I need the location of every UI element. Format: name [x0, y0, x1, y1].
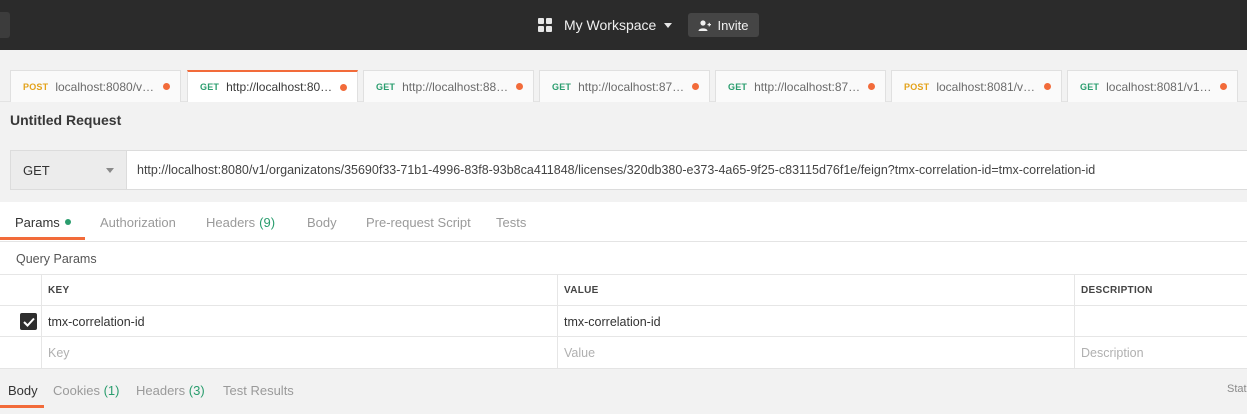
tab-url: http://localhost:8888/...: [402, 79, 510, 94]
tab-url: localhost:8081/v1/org...: [1106, 79, 1214, 94]
unsaved-dot-icon: [516, 83, 523, 90]
unsaved-dot-icon: [868, 83, 875, 90]
checkmark-icon: [22, 317, 35, 327]
workspace-selector[interactable]: My Workspace: [538, 15, 673, 35]
tab-url: http://localhost:8080/...: [226, 80, 334, 94]
tab-url: localhost:8081/v1/or...: [936, 79, 1038, 94]
param-description-cell[interactable]: [1074, 306, 1247, 337]
tab-method: POST: [904, 81, 930, 92]
tab-authorization-label: Authorization: [100, 214, 176, 230]
request-tab[interactable]: GET http://localhost:8761/...: [715, 70, 886, 102]
new-key-input[interactable]: Key: [41, 337, 558, 368]
new-value-input[interactable]: Value: [557, 337, 1075, 368]
tab-headers[interactable]: Headers (9): [206, 202, 275, 242]
param-key-cell[interactable]: tmx-correlation-id: [41, 306, 558, 337]
column-header-value: VALUE: [557, 275, 1075, 306]
tab-body-label: Body: [307, 214, 337, 230]
caret-down-icon: [664, 22, 673, 28]
tab-body[interactable]: Body: [307, 202, 337, 242]
params-active-dot-icon: [64, 219, 71, 225]
invite-label: Invite: [717, 17, 749, 33]
response-headers-count: (3): [188, 383, 205, 398]
tab-params[interactable]: Params: [15, 202, 71, 242]
tab-params-label: Params: [15, 214, 60, 230]
request-title[interactable]: Untitled Request: [10, 112, 121, 128]
param-value-cell[interactable]: tmx-correlation-id: [557, 306, 1075, 337]
request-subtabs: Params Authorization Headers (9) Body Pr…: [0, 202, 1247, 242]
param-enabled-checkbox[interactable]: [20, 313, 37, 330]
params-section: Query Params KEY VALUE DESCRIPTION tmx-c…: [0, 242, 1247, 368]
tab-headers-label: Headers: [206, 214, 256, 230]
tab-url: localhost:8080/v1/or...: [55, 79, 157, 94]
url-bar: GET: [10, 150, 1247, 190]
unsaved-dot-icon: [163, 83, 170, 90]
add-user-icon: [698, 19, 712, 31]
method-value: GET: [23, 162, 50, 178]
tab-method: GET: [200, 82, 220, 92]
request-tab[interactable]: POST localhost:8081/v1/or...: [891, 70, 1062, 102]
response-tab-test-results-label: Test Results: [223, 383, 294, 398]
response-cookies-count: (1): [103, 383, 120, 398]
unsaved-dot-icon: [692, 83, 699, 90]
column-header-key: KEY: [41, 275, 558, 306]
tab-prerequest-script[interactable]: Pre-request Script: [366, 202, 471, 242]
new-description-input[interactable]: Description: [1074, 337, 1247, 368]
header-left-button[interactable]: [0, 12, 10, 38]
unsaved-dot-icon: [340, 83, 347, 91]
top-header: My Workspace Invite: [0, 0, 1247, 50]
tab-method: GET: [1080, 81, 1100, 92]
request-tab[interactable]: POST localhost:8080/v1/or...: [10, 70, 181, 102]
table-row-new: Key Value Description: [0, 336, 1247, 368]
request-tab-active[interactable]: GET http://localhost:8080/...: [187, 70, 358, 102]
request-tab[interactable]: GET http://localhost:8761/...: [539, 70, 710, 102]
workspace-label: My Workspace: [564, 17, 657, 33]
tab-tests-label: Tests: [496, 214, 527, 230]
method-dropdown[interactable]: GET: [11, 151, 127, 189]
tab-url: http://localhost:8761/...: [754, 79, 862, 94]
response-tab-body-label: Body: [8, 383, 38, 398]
request-tab[interactable]: GET localhost:8081/v1/org...: [1067, 70, 1238, 102]
invite-button[interactable]: Invite: [688, 13, 759, 37]
tab-method: POST: [23, 81, 49, 92]
table-header-row: KEY VALUE DESCRIPTION: [0, 274, 1247, 306]
column-header-description: DESCRIPTION: [1074, 275, 1247, 306]
response-tab-headers[interactable]: Headers (3): [136, 383, 205, 398]
unsaved-dot-icon: [1220, 83, 1227, 90]
tab-authorization[interactable]: Authorization: [100, 202, 176, 242]
query-params-label: Query Params: [16, 252, 97, 266]
tab-method: GET: [376, 81, 396, 92]
response-tab-body[interactable]: Body: [8, 383, 38, 398]
workspace-grid-icon: [538, 18, 552, 32]
response-tab-cookies-label: Cookies: [53, 383, 100, 398]
tab-url: http://localhost:8761/...: [578, 79, 686, 94]
request-tabs-bar: POST localhost:8080/v1/or... GET http://…: [0, 50, 1247, 102]
response-tab-test-results[interactable]: Test Results: [223, 383, 294, 398]
url-input[interactable]: [127, 151, 1247, 189]
request-tab[interactable]: GET http://localhost:8888/...: [363, 70, 534, 102]
caret-down-icon: [106, 167, 114, 173]
tab-tests[interactable]: Tests: [496, 202, 526, 242]
tab-headers-count: (9): [259, 214, 276, 230]
response-tab-headers-label: Headers: [136, 383, 186, 398]
body-tab-underline: [0, 405, 44, 408]
table-row: tmx-correlation-id tmx-correlation-id: [0, 305, 1247, 337]
unsaved-dot-icon: [1044, 83, 1051, 90]
tab-method: GET: [728, 81, 748, 92]
response-tabs: Body Cookies (1) Headers (3) Test Result…: [0, 368, 1247, 414]
params-tab-underline: [0, 237, 85, 240]
response-status-label: Stat: [1227, 383, 1247, 395]
response-tab-cookies[interactable]: Cookies (1): [53, 383, 119, 398]
tab-method: GET: [552, 81, 572, 92]
tab-prerequest-label: Pre-request Script: [366, 214, 471, 230]
